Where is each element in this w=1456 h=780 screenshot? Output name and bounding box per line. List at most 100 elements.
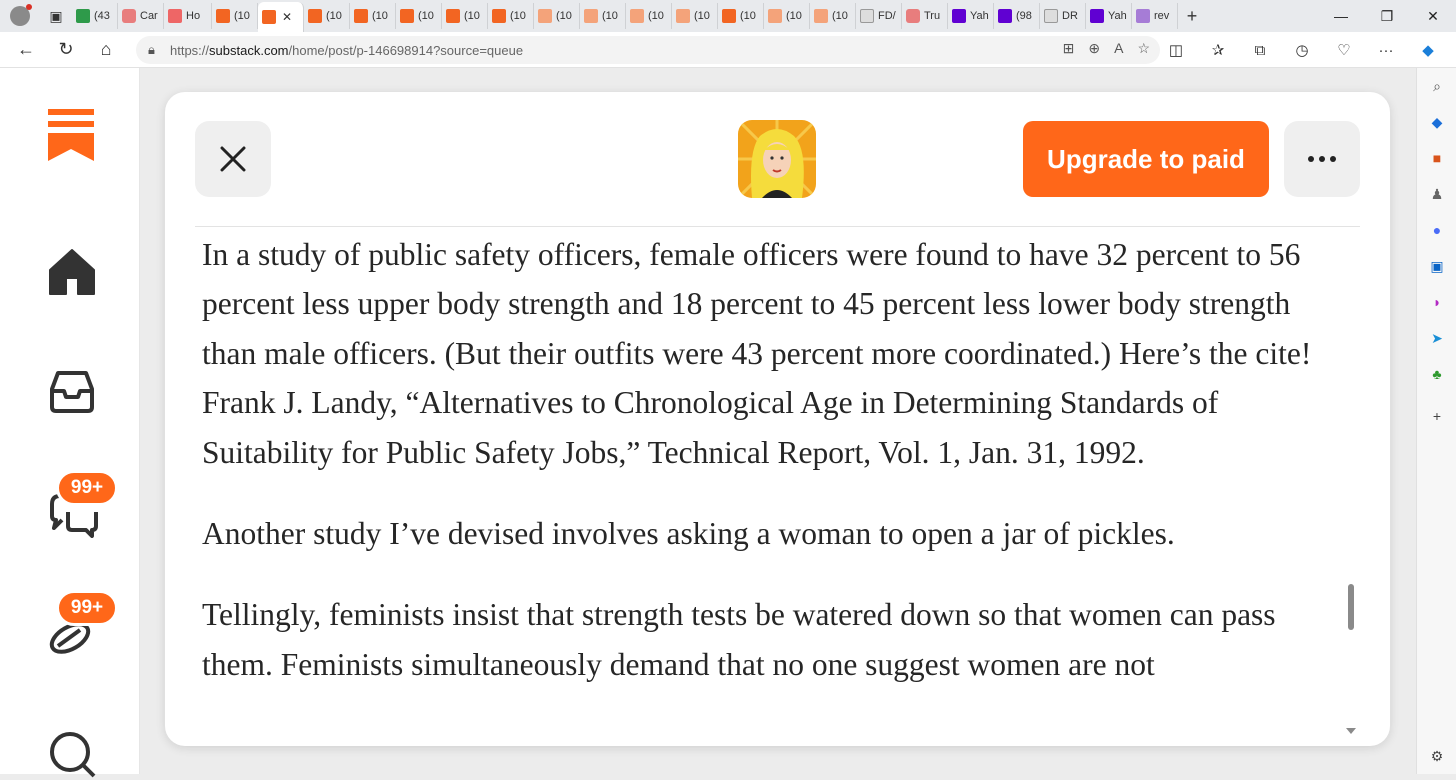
split-screen-icon[interactable]: ◫ xyxy=(1160,34,1192,66)
telegram-icon[interactable]: ➤ xyxy=(1417,320,1456,356)
substack-icon xyxy=(308,9,322,23)
restore-icon[interactable]: ❐ xyxy=(1364,0,1410,32)
browser-essentials-icon[interactable]: ♡ xyxy=(1328,34,1360,66)
microsoft-365-icon[interactable]: ● xyxy=(1417,212,1456,248)
read-aloud-icon[interactable]: A xyxy=(1114,40,1123,57)
browser-tab[interactable]: (10 xyxy=(396,3,442,29)
search-icon[interactable]: ⌕ xyxy=(1417,68,1456,104)
new-tab-button[interactable]: + xyxy=(1178,2,1206,30)
article-paragraph: Tellingly, feminists insist that strengt… xyxy=(202,597,1276,682)
tab-label: Tru xyxy=(924,10,941,22)
browser-tab[interactable]: Yah xyxy=(1086,3,1132,29)
browser-tab[interactable]: (10 xyxy=(718,3,764,29)
browser-tab[interactable]: (10 xyxy=(672,3,718,29)
browser-tab[interactable]: (43 xyxy=(72,3,118,29)
substack-nav: 99+ 99+ xyxy=(0,68,140,778)
close-window-icon[interactable]: ✕ xyxy=(1410,0,1456,32)
browser-tab[interactable]: FD/ xyxy=(856,3,902,29)
browser-tab[interactable]: (10 xyxy=(580,3,626,29)
back-icon[interactable]: ← xyxy=(6,32,46,68)
article-paragraph: Another study I’ve devised involves aski… xyxy=(202,516,1175,552)
refresh-icon[interactable]: ↻ xyxy=(46,32,86,68)
collections-icon[interactable]: ⧉ xyxy=(1244,34,1276,66)
window-controls: — ❐ ✕ xyxy=(1318,0,1456,32)
history-icon[interactable]: ◷ xyxy=(1286,34,1318,66)
browser-tab[interactable]: ✕ xyxy=(258,2,304,32)
tools-icon[interactable]: ■ xyxy=(1417,140,1456,176)
copilot-icon[interactable]: ◆ xyxy=(1412,34,1444,66)
favorite-star-icon[interactable]: ☆ xyxy=(1137,40,1150,57)
address-bar[interactable]: 🔒︎ https://substack.com/home/post/p-1466… xyxy=(136,36,1160,64)
browser-tab[interactable]: Car xyxy=(118,3,164,29)
browser-tab[interactable]: rev xyxy=(1132,3,1178,29)
outlook-icon[interactable]: ▣ xyxy=(1417,248,1456,284)
browser-tab[interactable]: Yah xyxy=(948,3,994,29)
substack-icon xyxy=(768,9,782,23)
tab-label: (10 xyxy=(556,10,572,22)
browser-tab[interactable]: (10 xyxy=(350,3,396,29)
browser-tab[interactable]: (10 xyxy=(626,3,672,29)
tab-label: (10 xyxy=(510,10,526,22)
more-options-button[interactable] xyxy=(1284,121,1360,197)
app-available-icon[interactable]: ⊞ xyxy=(1063,40,1075,57)
add-sidebar-icon[interactable]: + xyxy=(1417,398,1456,434)
tab-label: Car xyxy=(140,10,158,22)
tab-label: rev xyxy=(1154,10,1170,22)
tab-label: (10 xyxy=(786,10,802,22)
substack-icon xyxy=(446,9,460,23)
tab-label: (10 xyxy=(648,10,664,22)
scroll-down-arrow-icon[interactable] xyxy=(1346,728,1356,734)
browser-tab[interactable]: (10 xyxy=(810,3,856,29)
substack-logo-icon[interactable] xyxy=(48,109,94,161)
browser-tab[interactable]: (10 xyxy=(534,3,580,29)
favorites-icon[interactable]: ✰ xyxy=(1202,34,1234,66)
browser-tab[interactable]: (98 xyxy=(994,3,1040,29)
browser-tab[interactable]: (10 xyxy=(764,3,810,29)
tab-label: Yah xyxy=(970,10,989,22)
chat-notification-badge: 99+ xyxy=(56,470,118,506)
profile-button[interactable] xyxy=(0,0,40,32)
zoom-icon[interactable]: ⊕ xyxy=(1088,40,1100,57)
games-icon[interactable]: ♟ xyxy=(1417,176,1456,212)
settings-gear-icon[interactable]: ⚙ xyxy=(1417,738,1456,774)
browser-tab[interactable]: DR xyxy=(1040,3,1086,29)
more-menu-icon[interactable]: ··· xyxy=(1370,34,1402,66)
header-divider xyxy=(195,226,1360,227)
publication-logo-icon xyxy=(738,120,816,198)
browser-tab[interactable]: Ho xyxy=(164,3,212,29)
tab-label: FD/ xyxy=(878,10,896,22)
close-reader-button[interactable] xyxy=(195,121,271,197)
article-paragraph: In a study of public safety officers, fe… xyxy=(202,237,1312,470)
tree-icon[interactable]: ♣ xyxy=(1417,356,1456,392)
substack-icon xyxy=(814,9,828,23)
upgrade-to-paid-button[interactable]: Upgrade to paid xyxy=(1023,121,1269,197)
designer-icon[interactable]: ◗ xyxy=(1417,284,1456,320)
tab-label: (10 xyxy=(464,10,480,22)
tab-label: DR xyxy=(1062,10,1078,22)
browser-tab[interactable]: (10 xyxy=(212,3,258,29)
browser-tab[interactable]: (10 xyxy=(488,3,534,29)
more-dot xyxy=(1319,156,1325,162)
substack-icon xyxy=(676,9,690,23)
inbox-nav-icon[interactable] xyxy=(46,365,98,417)
home-nav-icon[interactable] xyxy=(46,246,98,298)
yahoo-icon xyxy=(952,9,966,23)
close-tab-icon[interactable]: ✕ xyxy=(282,10,292,24)
browser-tab[interactable]: (10 xyxy=(442,3,488,29)
home-icon[interactable]: ⌂ xyxy=(86,32,126,68)
browser-tab[interactable]: (10 xyxy=(304,3,350,29)
search-nav-icon[interactable] xyxy=(46,728,98,780)
minimize-icon[interactable]: — xyxy=(1318,0,1364,32)
browser-tab[interactable]: Tru xyxy=(902,3,948,29)
shopping-tag-icon[interactable]: ◆ xyxy=(1417,104,1456,140)
lock-icon: 🔒︎ xyxy=(148,42,155,57)
substack-icon xyxy=(492,9,506,23)
substack-icon xyxy=(400,9,414,23)
tab-label: (10 xyxy=(326,10,342,22)
tab-actions-icon[interactable]: ▣ xyxy=(40,0,72,32)
tab-strip: ▣ (43 Car Ho (10 ✕ (10 (10 (10 (10 (10 (10 (10 (10 (1… xyxy=(0,0,1456,32)
scrollbar-thumb[interactable] xyxy=(1348,584,1354,630)
tab-label: (10 xyxy=(234,10,250,22)
substack-icon xyxy=(722,9,736,23)
publication-avatar[interactable] xyxy=(738,120,816,198)
